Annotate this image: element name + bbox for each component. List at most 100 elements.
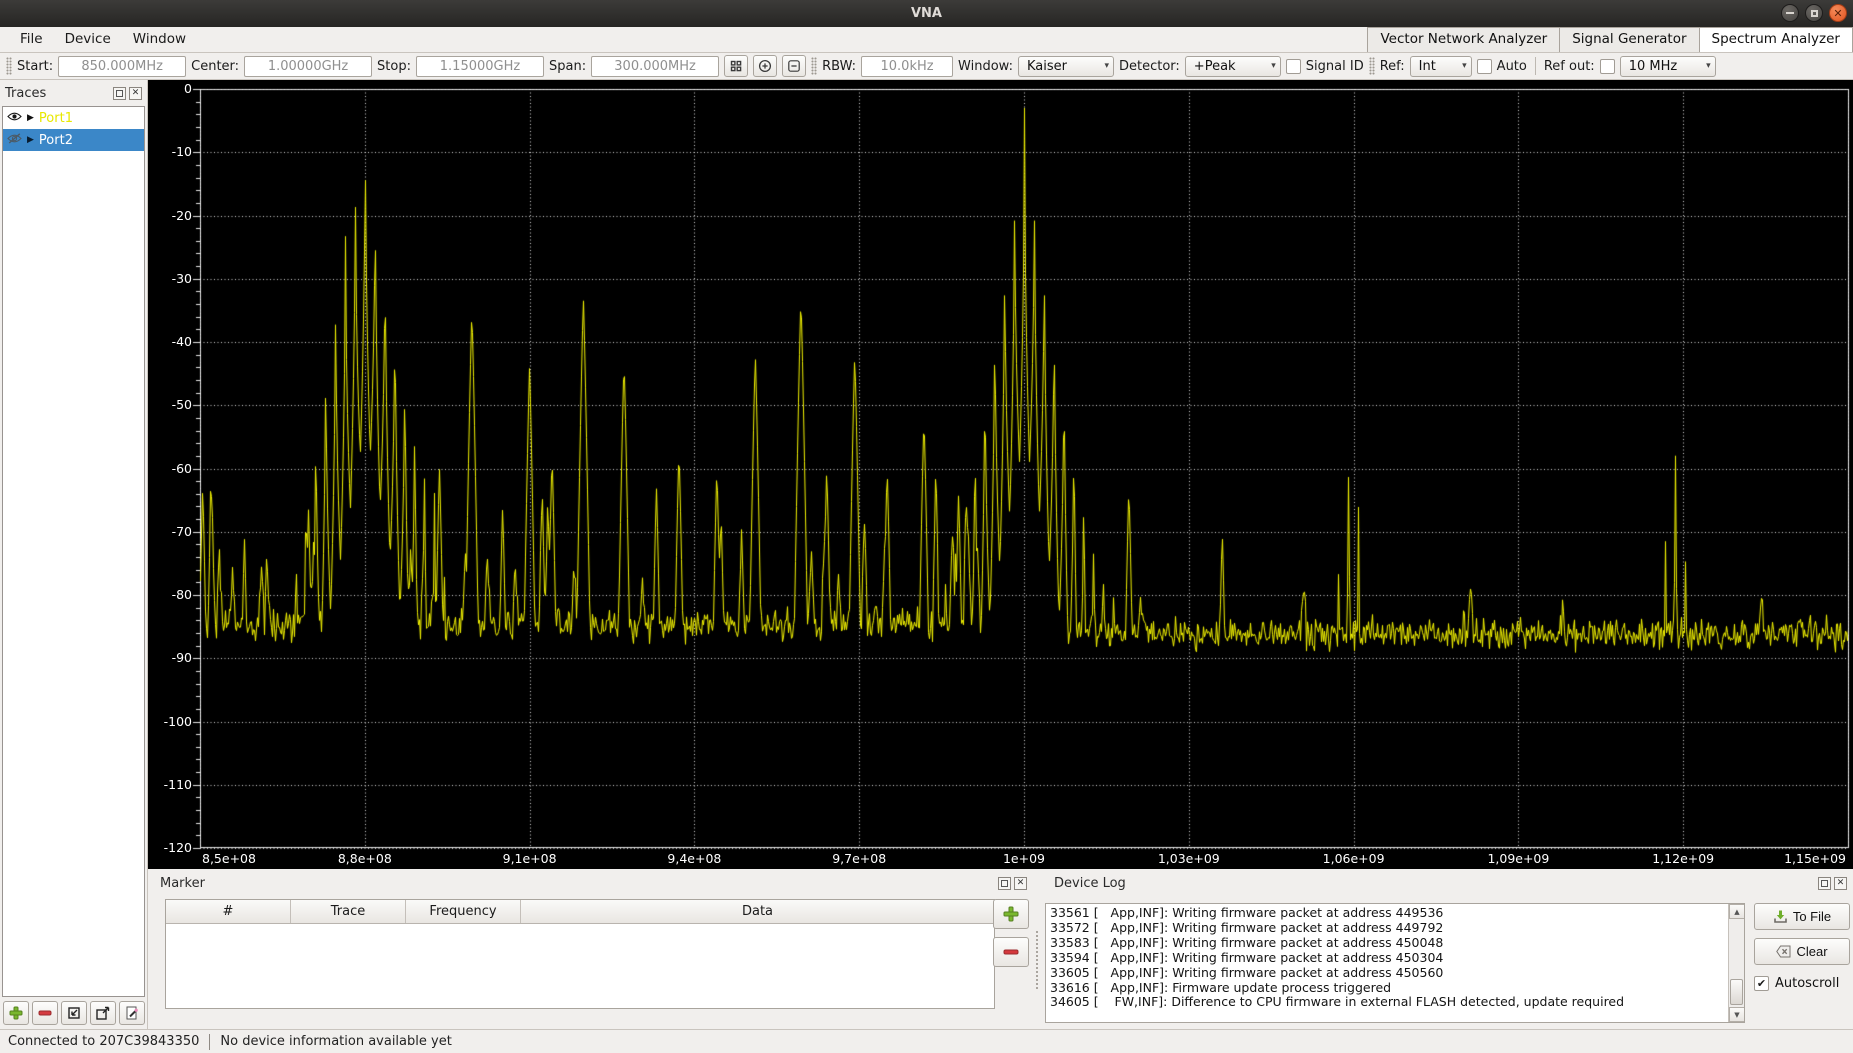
add-trace-button[interactable] xyxy=(3,1001,29,1025)
connection-status: Connected to 207C39843350 xyxy=(8,1034,200,1049)
y-tick-label: -10 xyxy=(171,144,192,160)
sweep-toolbar: Start: 850.000MHz Center: 1.00000GHz Sto… xyxy=(0,53,1853,80)
tab-vector-network-analyzer[interactable]: Vector Network Analyzer xyxy=(1367,27,1561,52)
scroll-up-icon[interactable]: ▲ xyxy=(1729,904,1744,919)
y-tick-label: 0 xyxy=(184,81,192,96)
menu-file[interactable]: File xyxy=(10,27,53,52)
mode-tabs: Vector Network Analyzer Signal Generator S… xyxy=(1367,27,1853,52)
export-trace-button[interactable] xyxy=(90,1001,116,1025)
stop-field[interactable]: 1.15000GHz xyxy=(415,55,544,77)
minimize-button[interactable] xyxy=(1781,4,1799,22)
expander-icon[interactable]: ▶ xyxy=(27,135,34,145)
trace-row-port2[interactable]: ▶ Port2 xyxy=(3,129,144,151)
maximize-button[interactable] xyxy=(1805,4,1823,22)
y-tick-label: -60 xyxy=(171,460,192,476)
menu-window[interactable]: Window xyxy=(123,27,196,52)
marker-column-num[interactable]: # xyxy=(166,900,291,923)
log-clear-button[interactable]: Clear xyxy=(1754,938,1850,965)
rbw-field[interactable]: 10.0kHz xyxy=(861,55,954,77)
start-field[interactable]: 850.000MHz xyxy=(58,55,187,77)
toolbar-grip[interactable] xyxy=(1368,57,1375,75)
chevron-down-icon: ▾ xyxy=(1706,61,1711,71)
traces-float-button[interactable] xyxy=(113,86,126,100)
full-span-button[interactable] xyxy=(724,55,749,77)
span-label: Span: xyxy=(548,58,587,74)
zoom-in-button[interactable] xyxy=(753,55,778,77)
maximize-icon xyxy=(1810,9,1818,17)
edit-trace-button[interactable] xyxy=(119,1001,145,1025)
to-file-label: To File xyxy=(1792,909,1832,924)
y-tick-label: -70 xyxy=(171,523,192,539)
window-select[interactable]: Kaiser ▾ xyxy=(1017,55,1114,77)
import-trace-button[interactable] xyxy=(61,1001,87,1025)
marker-column-data[interactable]: Data xyxy=(521,900,994,923)
log-scrollbar[interactable]: ▲ ▼ xyxy=(1728,904,1744,1022)
zoom-out-button[interactable] xyxy=(782,55,807,77)
x-tick-label: 9,4e+08 xyxy=(667,851,722,866)
ref-label: Ref: xyxy=(1379,58,1405,74)
window-label: Window: xyxy=(958,58,1013,74)
device-log-float-button[interactable] xyxy=(1818,876,1831,890)
scrollbar-thumb[interactable] xyxy=(1730,979,1743,1005)
visibility-toggle[interactable] xyxy=(7,111,22,126)
marker-close-button[interactable]: ✕ xyxy=(1014,876,1027,890)
x-tick-label: 1,06e+09 xyxy=(1322,851,1385,866)
spectrum-plot[interactable] xyxy=(148,80,1853,869)
marker-column-frequency[interactable]: Frequency xyxy=(406,900,521,923)
window-title: VNA xyxy=(910,6,942,21)
device-log-close-button[interactable]: ✕ xyxy=(1834,876,1847,890)
log-entry: 33594 [ App,INF]: Writing firmware packe… xyxy=(1050,950,1444,965)
titlebar[interactable]: VNA ✕ xyxy=(0,0,1853,27)
x-tick-label: 1,03e+09 xyxy=(1157,851,1220,866)
chevron-down-icon: ▾ xyxy=(1271,61,1276,71)
autoscroll-checkbox[interactable]: ✔ xyxy=(1754,976,1769,991)
detector-select[interactable]: +Peak ▾ xyxy=(1184,55,1281,77)
trace-row-port1[interactable]: ▶ Port1 xyxy=(3,107,144,129)
tab-spectrum-analyzer[interactable]: Spectrum Analyzer xyxy=(1699,27,1853,52)
remove-marker-button[interactable] xyxy=(993,937,1029,967)
ref-out-select-value: 10 MHz xyxy=(1628,58,1678,74)
log-entry: 33605 [ App,INF]: Writing firmware packe… xyxy=(1050,965,1444,980)
center-field[interactable]: 1.00000GHz xyxy=(244,55,373,77)
y-tick-label: -30 xyxy=(171,270,192,286)
close-button[interactable]: ✕ xyxy=(1829,4,1847,22)
remove-trace-button[interactable] xyxy=(32,1001,58,1025)
ref-auto-label: Auto xyxy=(1496,58,1527,74)
marker-float-button[interactable] xyxy=(998,876,1011,890)
signal-id-checkbox[interactable] xyxy=(1285,58,1301,74)
tab-signal-generator[interactable]: Signal Generator xyxy=(1560,27,1700,52)
log-entry: 33572 [ App,INF]: Writing firmware packe… xyxy=(1050,920,1444,935)
marker-panel-header: Marker ✕ xyxy=(148,869,1037,895)
toolbar-grip[interactable] xyxy=(6,57,12,75)
ref-out-select[interactable]: 10 MHz ▾ xyxy=(1619,55,1716,77)
ref-select[interactable]: Int ▾ xyxy=(1409,55,1472,77)
span-field[interactable]: 300.000MHz xyxy=(591,55,720,77)
marker-table-header: # Trace Frequency Data xyxy=(166,900,994,924)
x-tick-label: 9,7e+08 xyxy=(832,851,887,866)
add-marker-button[interactable] xyxy=(993,899,1029,929)
menu-device[interactable]: Device xyxy=(55,27,121,52)
marker-panel-title: Marker xyxy=(160,875,205,891)
plus-icon xyxy=(9,1006,23,1020)
y-tick-label: -100 xyxy=(163,713,192,729)
visibility-toggle[interactable] xyxy=(7,132,22,148)
window-controls: ✕ xyxy=(1781,4,1847,22)
chevron-down-icon: ▾ xyxy=(1462,61,1467,71)
traces-close-button[interactable]: ✕ xyxy=(129,86,142,100)
pop-out-icon xyxy=(96,1006,110,1020)
expander-icon[interactable]: ▶ xyxy=(27,113,34,123)
toolbar-grip[interactable] xyxy=(811,57,818,75)
eye-icon xyxy=(7,112,22,120)
minus-icon xyxy=(38,1010,52,1016)
zoom-in-icon xyxy=(759,59,772,73)
detector-label: Detector: xyxy=(1118,58,1180,74)
y-tick-label: -20 xyxy=(171,207,192,223)
ref-out-checkbox[interactable] xyxy=(1599,58,1615,74)
save-icon xyxy=(1774,910,1787,923)
marker-panel: Marker ✕ # Trace Frequency Data xyxy=(148,869,1037,1029)
scroll-down-icon[interactable]: ▼ xyxy=(1729,1007,1744,1022)
marker-column-trace[interactable]: Trace xyxy=(291,900,406,923)
log-to-file-button[interactable]: To File xyxy=(1754,903,1850,930)
y-tick-label: -120 xyxy=(163,840,192,855)
ref-auto-checkbox[interactable] xyxy=(1476,58,1492,74)
